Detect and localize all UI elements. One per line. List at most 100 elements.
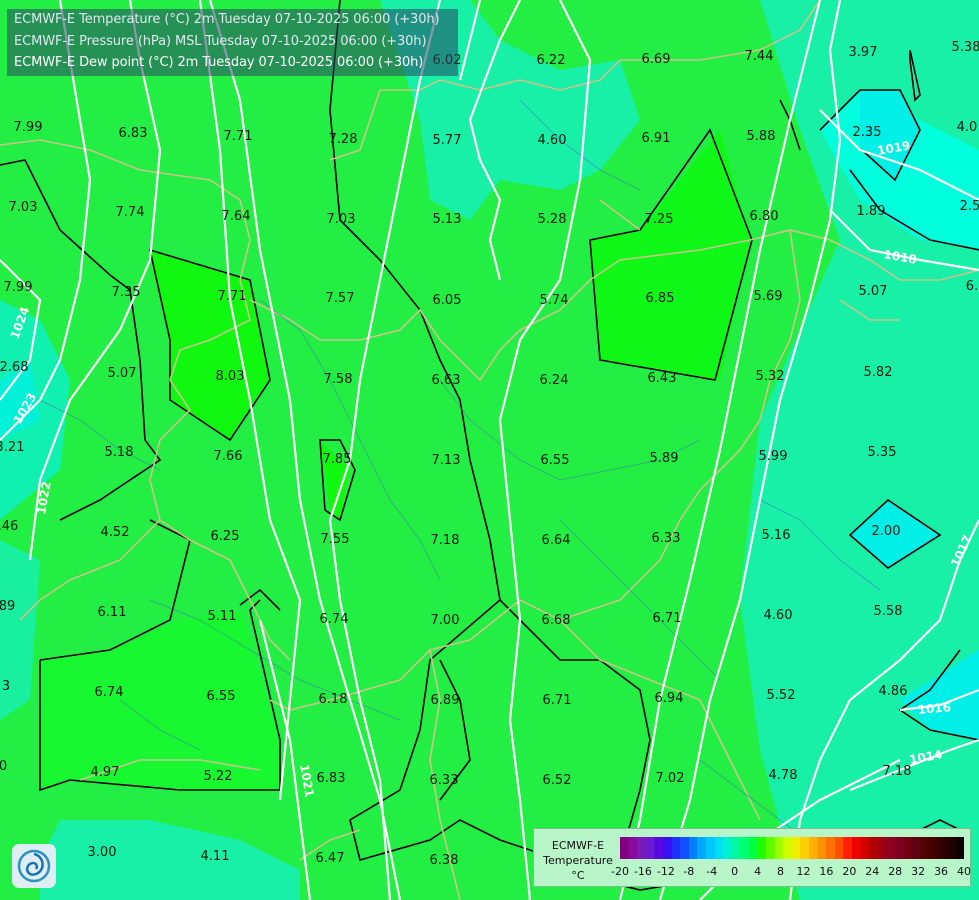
dew-point-value: .46: [0, 519, 18, 534]
legend-swatch: [946, 837, 956, 859]
legend-tick-labels: -20 -16 -12 -8 -4 0 4 8 12 16 20 24 28 32 36 40: [611, 865, 971, 879]
dew-point-value: 7.13: [432, 453, 461, 468]
legend-tick-label: 32: [911, 865, 926, 878]
dew-point-value: 5.32: [756, 369, 785, 384]
dew-point-value: 6.22: [537, 53, 566, 68]
dew-point-value: 6.85: [646, 291, 675, 306]
dew-point-value: 5.89: [650, 451, 679, 466]
dew-point-value: 5.07: [108, 366, 137, 381]
dew-point-value: 5.16: [762, 528, 791, 543]
dew-point-value: 6.11: [98, 605, 127, 620]
dew-point-value: 6.71: [543, 693, 572, 708]
legend-tick-label: -20: [611, 865, 629, 878]
dew-point-value: 6.74: [95, 685, 124, 700]
dew-point-value: 6.52: [543, 773, 572, 788]
dew-point-value: 2.00: [872, 524, 901, 539]
dew-point-value: 6.91: [642, 131, 671, 146]
legend-tick-label: -12: [656, 865, 675, 878]
dew-point-value: 4.60: [764, 608, 793, 623]
legend-tick-label: 8: [777, 865, 785, 878]
dew-point-value: 4.60: [538, 133, 567, 148]
legend-swatch: [714, 837, 724, 859]
dew-point-value: 1.89: [857, 204, 886, 219]
ecmwf-logo: [12, 844, 56, 888]
legend-swatch: [834, 837, 844, 859]
dew-point-value: 5.99: [759, 449, 788, 464]
dew-point-value: 7.55: [321, 532, 350, 547]
legend-title-unit: °C: [571, 869, 585, 882]
dew-point-value: 7.58: [324, 372, 353, 387]
legend-swatch: [860, 837, 870, 859]
legend-tick-label: 12: [796, 865, 811, 878]
dew-point-value: 6.64: [542, 533, 571, 548]
dew-point-value: 7.18: [431, 533, 460, 548]
legend-swatch: [740, 837, 749, 859]
legend-swatch: [852, 837, 861, 859]
legend-swatch: [705, 837, 715, 859]
header-pressure: ECMWF-E Pressure (hPa) MSL Tuesday 07-10…: [14, 34, 427, 49]
dew-point-value: 5.07: [859, 284, 888, 299]
dew-point-value: 5.38: [952, 40, 979, 55]
dew-point-value: 5.82: [864, 365, 893, 380]
dew-point-value: 7.71: [218, 289, 247, 304]
dew-point-value: 6.: [966, 279, 978, 294]
swirl-icon: [17, 849, 51, 883]
dew-point-value: 2.68: [0, 360, 28, 375]
dew-point-value: 3.21: [0, 440, 24, 455]
dew-point-value: 6.25: [211, 529, 240, 544]
color-legend: ECMWF-E Temperature °C -20 -16 -12 -8 -4 0 4 8 1…: [533, 828, 971, 887]
legend-swatch: [654, 837, 663, 859]
dew-point-value: 6.69: [642, 52, 671, 67]
legend-swatch: [912, 837, 921, 859]
dew-point-value: 5.69: [754, 289, 783, 304]
dew-point-value: 5.77: [433, 133, 462, 148]
header-temperature: ECMWF-E Temperature (°C) 2m Tuesday 07-1…: [14, 12, 440, 27]
weather-map[interactable]: 1024 1023 1022 1021 1019 1018 1017 1016 …: [0, 0, 979, 900]
dew-point-value: 0: [0, 759, 7, 774]
dew-point-value: 3: [2, 679, 10, 694]
legend-swatch: [628, 837, 638, 859]
dew-point-value: 6.33: [430, 773, 459, 788]
dew-point-value: 6.55: [207, 689, 236, 704]
legend-swatch: [929, 837, 938, 859]
dew-point-value: 5.11: [208, 609, 237, 624]
dew-point-value: 6.83: [317, 771, 346, 786]
legend-tick-label: 36: [934, 865, 949, 878]
legend-swatch: [620, 837, 629, 859]
legend-tick-label: 16: [819, 865, 834, 878]
dew-point-value: 5.74: [540, 293, 569, 308]
legend-title-model: ECMWF-E: [551, 839, 605, 852]
dew-point-value: 5.58: [874, 604, 903, 619]
legend-swatch: [869, 837, 878, 859]
dew-point-value: 8.03: [216, 369, 245, 384]
legend-title-variable: Temperature: [543, 854, 613, 867]
dew-point-value: 4.0: [957, 120, 978, 135]
legend-tick-label: 28: [888, 865, 903, 878]
dew-point-value: 3.00: [88, 845, 117, 860]
legend-swatch: [766, 837, 775, 859]
legend-swatch: [723, 837, 732, 859]
dew-point-value: 5.35: [868, 445, 897, 460]
dew-point-value: 6.63: [432, 373, 461, 388]
legend-swatch: [800, 837, 810, 859]
header-dewpoint[interactable]: ECMWF-E Dew point (°C) 2m Tuesday 07-10-…: [14, 55, 423, 70]
dew-point-value: 6.05: [433, 293, 462, 308]
legend-swatch: [662, 837, 672, 859]
dew-point-value: 2.35: [853, 125, 882, 140]
dew-point-value: 7.18: [883, 764, 912, 779]
legend-swatch: [757, 837, 767, 859]
legend-swatch: [877, 837, 887, 859]
legend-swatch: [697, 837, 706, 859]
dew-point-value: 7.03: [9, 200, 38, 215]
dew-point-value: 7.71: [224, 129, 253, 144]
legend-swatch: [895, 837, 904, 859]
legend-color-scale: [620, 837, 964, 859]
dew-point-value: 7.85: [323, 452, 352, 467]
legend-tick-label: 40: [957, 865, 971, 878]
dew-point-value: 5.13: [433, 212, 462, 227]
dew-point-value: 6.24: [540, 373, 569, 388]
legend-swatch: [680, 837, 689, 859]
legend-title: ECMWF-E Temperature °C: [538, 838, 618, 883]
dew-point-value: 6.47: [316, 851, 345, 866]
dew-point-value: 4.86: [879, 684, 908, 699]
